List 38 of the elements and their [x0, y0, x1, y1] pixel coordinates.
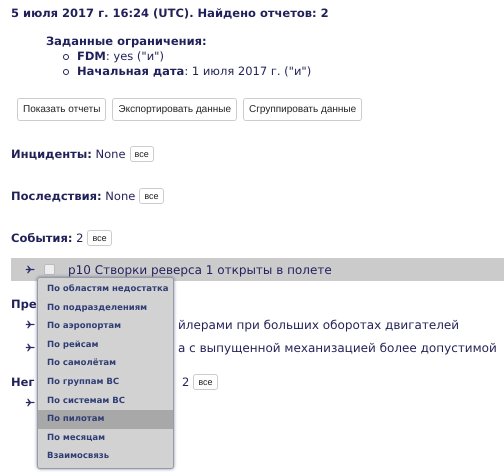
menu-item[interactable]: По группам ВС — [38, 372, 173, 392]
action-button[interactable]: Экспортировать данные — [112, 98, 238, 121]
all-button[interactable]: все — [130, 146, 154, 162]
menu-item[interactable]: По пилотам — [38, 410, 173, 429]
plane-icon — [25, 398, 35, 407]
event-row[interactable]: p10 Створки реверса 1 открыты в полете — [11, 258, 504, 281]
menu-item[interactable]: По аэропортам — [38, 317, 173, 336]
constraint-text: Начальная дата: 1 июля 2017 г. ("и") — [77, 64, 312, 79]
bullet-icon — [63, 54, 69, 60]
event-text: p10 Створки реверса 1 открыты в полете — [68, 262, 332, 276]
plane-icon — [25, 265, 35, 274]
constraint-text: FDM: yes ("и") — [77, 49, 164, 64]
checkbox[interactable] — [44, 264, 55, 275]
constraints-heading: Заданные ограничения: — [46, 34, 208, 49]
section-heading: События: 2 — [11, 231, 84, 245]
all-button[interactable]: все — [139, 188, 164, 204]
section-heading: Пре — [11, 297, 37, 311]
menu-item[interactable]: По подразделениям — [38, 298, 173, 318]
section-heading: Нег — [11, 375, 34, 389]
event-text: йлерами при больших оборотах двигателей — [178, 318, 460, 332]
section-count: 2 — [182, 375, 190, 389]
plane-icon — [25, 320, 35, 329]
section-heading: Инциденты: None — [11, 147, 126, 161]
all-button[interactable]: все — [87, 230, 112, 246]
plane-icon — [25, 343, 35, 352]
menu-item[interactable]: По системам ВС — [38, 392, 173, 410]
action-button[interactable]: Показать отчеты — [17, 98, 106, 121]
menu-item[interactable]: По самолётам — [38, 354, 173, 373]
event-text: а с выпущенной механизацией более допустимой — [178, 340, 497, 354]
menu-item[interactable]: Взаимосвязь — [38, 447, 173, 466]
section-heading: Последствия: None — [11, 189, 136, 203]
all-button[interactable]: все — [193, 374, 218, 390]
report-title: 5 июля 2017 г. 16:24 (UTC). Найдено отчетов: 2 — [11, 6, 330, 20]
action-button[interactable]: Сгруппировать данные — [243, 98, 362, 121]
menu-item[interactable]: По областям недостатка — [38, 280, 173, 299]
bullet-icon — [63, 68, 69, 74]
menu-item[interactable]: По рейсам — [38, 336, 173, 354]
menu-item[interactable]: По месяцам — [38, 428, 173, 448]
